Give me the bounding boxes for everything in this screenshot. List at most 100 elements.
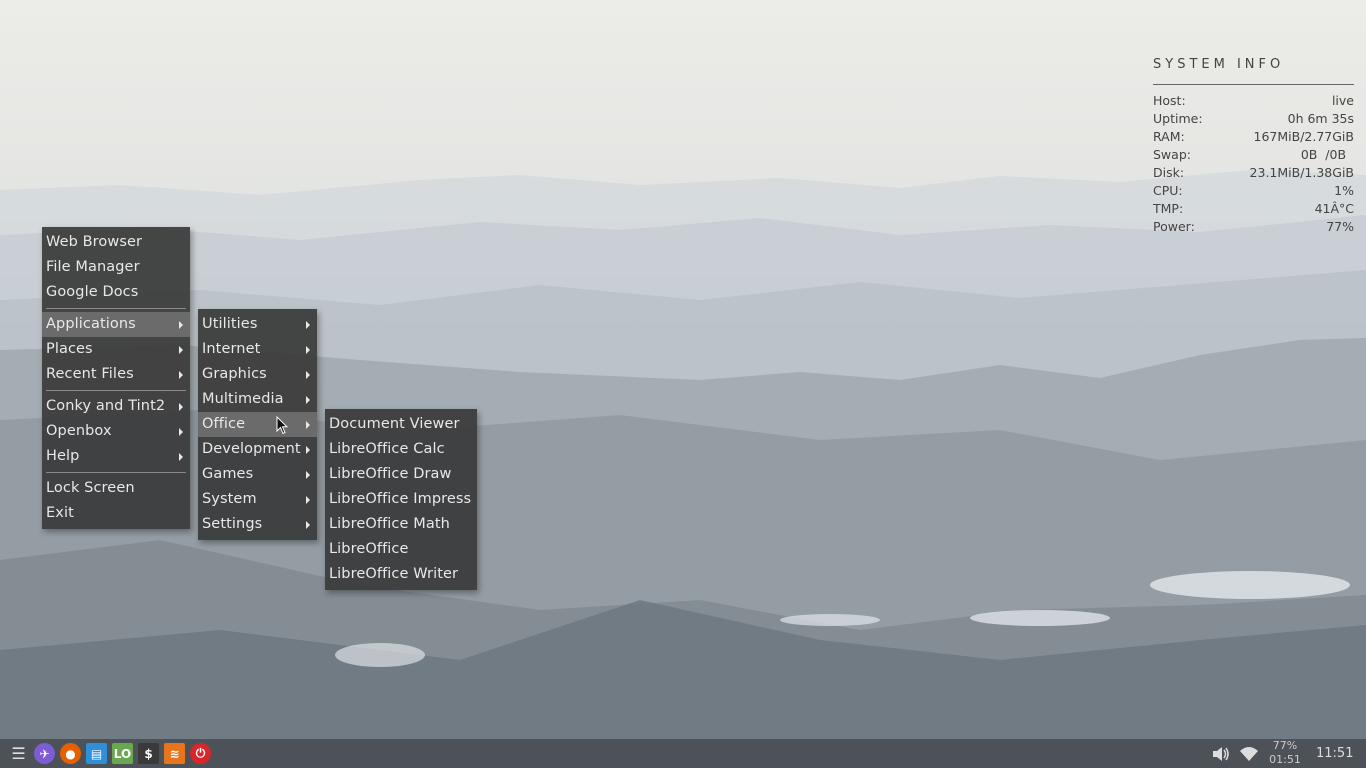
firefox-icon[interactable]: ●: [60, 743, 81, 764]
openbox-logo-icon[interactable]: ✈: [34, 743, 55, 764]
apps-item-graphics[interactable]: Graphics: [198, 362, 317, 387]
menu-item-label: Internet: [202, 341, 261, 357]
office-item-libreoffice-math[interactable]: LibreOffice Math: [325, 512, 477, 537]
battery-indicator[interactable]: 77% 01:51: [1268, 739, 1302, 767]
launcher-glyph: LO: [113, 746, 132, 761]
office-item-libreoffice-calc[interactable]: LibreOffice Calc: [325, 437, 477, 462]
submenu-arrow-icon: [179, 403, 183, 411]
submenu-arrow-icon: [306, 446, 310, 454]
conky-label: CPU:: [1153, 183, 1183, 198]
menu-item-file-manager[interactable]: File Manager: [42, 255, 190, 280]
submenu-arrow-icon: [179, 321, 183, 329]
menu-item-conky-and-tint2[interactable]: Conky and Tint2: [42, 394, 190, 419]
menu-item-label: LibreOffice Impress: [329, 491, 472, 507]
conky-label: RAM:: [1153, 129, 1185, 144]
submenu-arrow-icon: [179, 346, 183, 354]
submenu-arrow-icon: [306, 346, 310, 354]
menu-item-google-docs[interactable]: Google Docs: [42, 280, 190, 305]
menu-item-help[interactable]: Help: [42, 444, 190, 469]
conky-value: live: [1331, 93, 1354, 108]
terminal-icon[interactable]: $: [138, 743, 159, 764]
apps-item-internet[interactable]: Internet: [198, 337, 317, 362]
conky-row: Host: live: [1153, 92, 1354, 110]
conky-row: Disk: 23.1MiB/1.38GiB: [1153, 164, 1354, 182]
menu-item-recent-files[interactable]: Recent Files: [42, 362, 190, 387]
menu-item-places[interactable]: Places: [42, 337, 190, 362]
launcher-glyph: ✈: [39, 746, 50, 761]
mouse-cursor-icon: [276, 416, 288, 435]
menu-item-label: LibreOffice Math: [329, 516, 450, 532]
office-item-libreoffice-draw[interactable]: LibreOffice Draw: [325, 462, 477, 487]
applications-submenu: Utilities Internet Graphics Multimedia Offic…: [198, 309, 317, 540]
submenu-arrow-icon: [306, 521, 310, 529]
submenu-arrow-icon: [306, 471, 310, 479]
office-item-libreoffice-writer[interactable]: LibreOffice Writer: [325, 562, 477, 587]
conky-system-info: SYSTEM INFO Host: live Uptime: 0h 6m 35s RAM…: [1153, 56, 1354, 236]
menu-item-label: LibreOffice Draw: [329, 466, 452, 482]
apps-item-utilities[interactable]: Utilities: [198, 312, 317, 337]
menu-item-web-browser[interactable]: Web Browser: [42, 230, 190, 255]
conky-row: Uptime: 0h 6m 35s: [1153, 110, 1354, 128]
menu-item-label: Openbox: [46, 423, 112, 439]
menu-item-label: Settings: [202, 516, 263, 532]
menu-item-label: Multimedia: [202, 391, 284, 407]
launcher-glyph: ▤: [90, 746, 103, 761]
conky-label: Host:: [1153, 93, 1186, 108]
apps-item-settings[interactable]: Settings: [198, 512, 317, 537]
conky-row: Swap: 0B /0B: [1153, 146, 1354, 164]
conky-row: RAM: 167MiB/2.77GiB: [1153, 128, 1354, 146]
menu-item-exit[interactable]: Exit: [42, 501, 190, 526]
conky-row: CPU: 1%: [1153, 182, 1354, 200]
menu-item-label: Recent Files: [46, 366, 134, 382]
menu-item-label: Web Browser: [46, 234, 143, 250]
menu-item-applications[interactable]: Applications: [42, 312, 190, 337]
libreoffice-icon[interactable]: LO: [112, 743, 133, 764]
office-item-libreoffice[interactable]: LibreOffice: [325, 537, 477, 562]
conky-label: Swap:: [1153, 147, 1191, 162]
menu-item-label: Google Docs: [46, 284, 139, 300]
menu-item-lock-screen[interactable]: Lock Screen: [42, 476, 190, 501]
file-manager-icon[interactable]: ▤: [86, 743, 107, 764]
apps-item-system[interactable]: System: [198, 487, 317, 512]
menu-item-label: Development: [202, 441, 301, 457]
battery-time: 01:51: [1269, 753, 1301, 766]
office-item-libreoffice-impress[interactable]: LibreOffice Impress: [325, 487, 477, 512]
conky-label: Uptime:: [1153, 111, 1203, 126]
conky-value: 0B /0B: [1300, 147, 1354, 162]
conky-label: Disk:: [1153, 165, 1185, 180]
volume-icon[interactable]: [1210, 743, 1231, 764]
apps-item-development[interactable]: Development: [198, 437, 317, 462]
wifi-icon[interactable]: [1238, 743, 1259, 764]
menu-item-label: Conky and Tint2: [46, 398, 166, 414]
submenu-arrow-icon: [179, 428, 183, 436]
menu-item-label: Applications: [46, 316, 136, 332]
menu-item-label: System: [202, 491, 257, 507]
menu-item-label: File Manager: [46, 259, 140, 275]
menu-item-label: Utilities: [202, 316, 258, 332]
menu-item-openbox[interactable]: Openbox: [42, 419, 190, 444]
conky-row: TMP: 41Â°C: [1153, 200, 1354, 218]
conky-title: SYSTEM INFO: [1153, 57, 1285, 72]
office-submenu: Document Viewer LibreOffice Calc LibreOffi…: [325, 409, 477, 590]
conky-rows: Host: live Uptime: 0h 6m 35s RAM: 167MiB/2.77…: [1153, 92, 1354, 236]
apps-item-multimedia[interactable]: Multimedia: [198, 387, 317, 412]
menu-icon[interactable]: ☰: [8, 743, 29, 764]
menu-item-label: Lock Screen: [46, 480, 135, 496]
conky-row: Power: 77%: [1153, 218, 1354, 236]
conky-value: 23.1MiB/1.38GiB: [1249, 165, 1354, 180]
office-item-document-viewer[interactable]: Document Viewer: [325, 412, 477, 437]
apps-item-office[interactable]: Office: [198, 412, 317, 437]
power-icon[interactable]: ⏻: [190, 743, 211, 764]
menu-item-label: Office: [202, 416, 246, 432]
apps-item-games[interactable]: Games: [198, 462, 317, 487]
submenu-arrow-icon: [306, 321, 310, 329]
menu-item-label: LibreOffice Writer: [329, 566, 459, 582]
conky-tint2-icon[interactable]: ≋: [164, 743, 185, 764]
menu-item-label: Places: [46, 341, 93, 357]
submenu-arrow-icon: [179, 371, 183, 379]
clock[interactable]: 11:51: [1316, 739, 1353, 768]
main-menu: Web Browser File Manager Google Docs Applic…: [42, 227, 190, 529]
menu-item-label: Games: [202, 466, 254, 482]
menu-item-label: Graphics: [202, 366, 267, 382]
menu-item-label: LibreOffice: [329, 541, 409, 557]
